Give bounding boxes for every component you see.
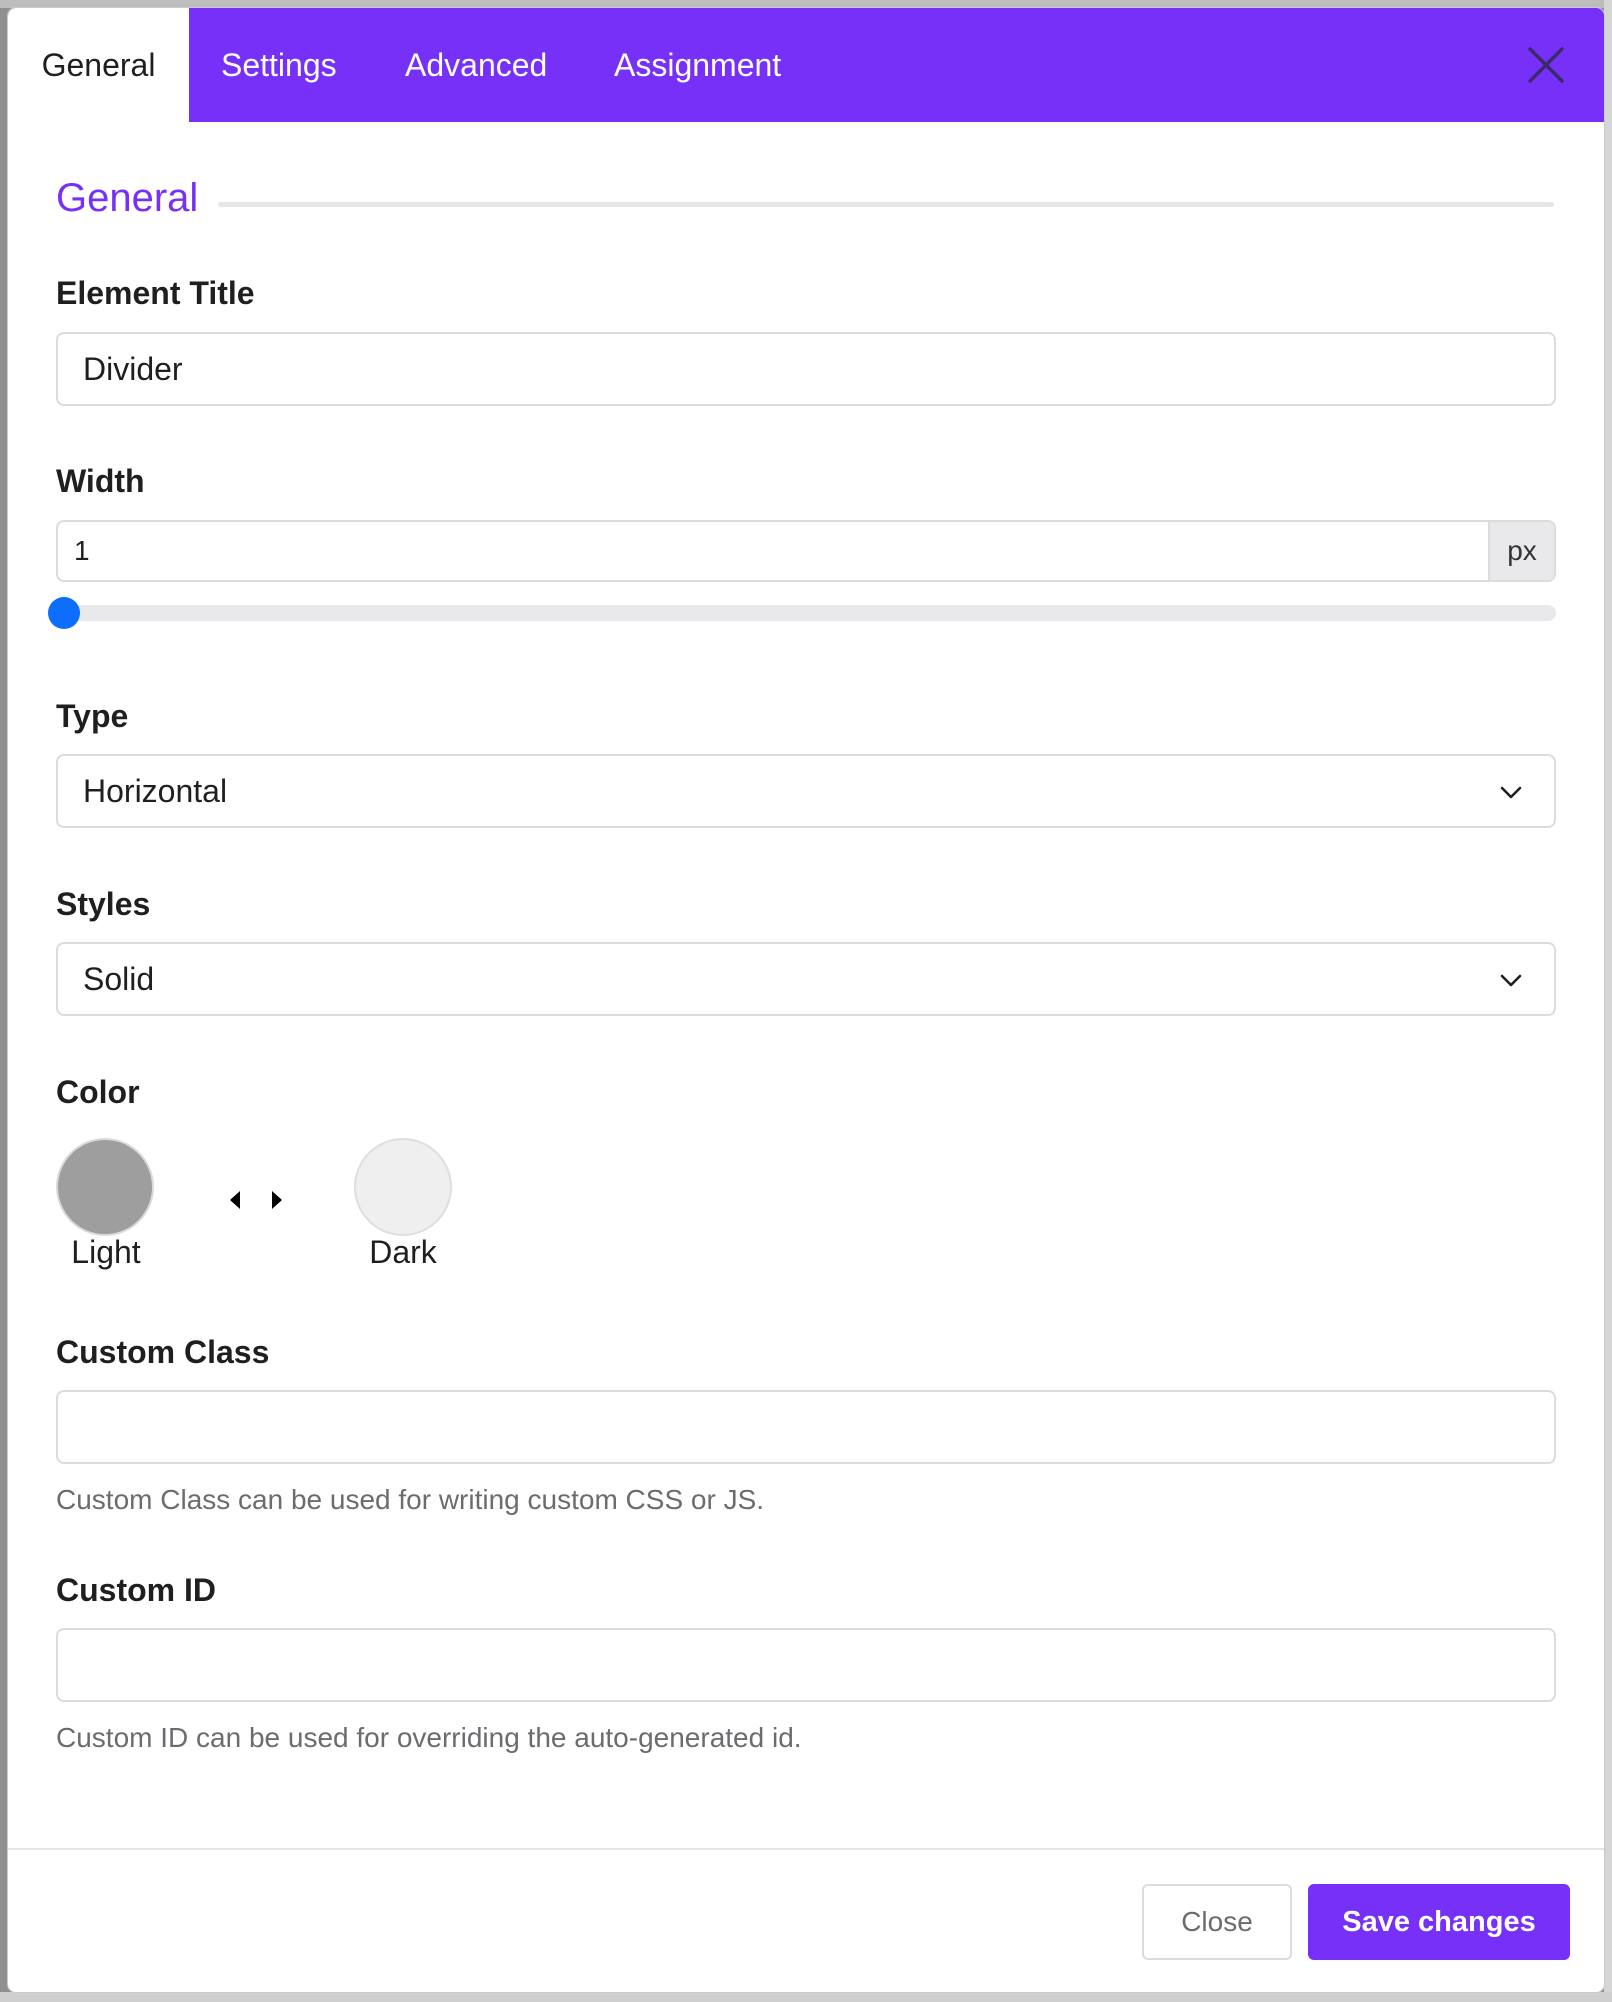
custom-id-input[interactable]: [56, 1628, 1556, 1702]
tab-settings[interactable]: Settings: [221, 8, 337, 122]
width-label: Width: [56, 463, 145, 499]
close-icon[interactable]: [1526, 45, 1566, 85]
type-select-value: Horizontal: [83, 773, 228, 809]
backdrop-bottom: [0, 1992, 1612, 2002]
custom-id-label: Custom ID: [56, 1572, 216, 1608]
tab-advanced[interactable]: Advanced: [405, 8, 547, 122]
width-input-group: 1 px: [56, 520, 1556, 582]
backdrop-right: [1604, 0, 1612, 2002]
tab-assignment[interactable]: Assignment: [614, 8, 781, 122]
backdrop-top: [0, 0, 1612, 8]
width-unit: px: [1488, 522, 1554, 580]
styles-label: Styles: [56, 886, 151, 922]
color-label: Color: [56, 1074, 140, 1110]
color-light-swatch[interactable]: [56, 1138, 154, 1236]
custom-class-label: Custom Class: [56, 1334, 270, 1370]
close-button[interactable]: Close: [1142, 1884, 1292, 1960]
tab-bar: General Settings Advanced Assignment: [8, 8, 1604, 122]
color-dark-label: Dark: [369, 1234, 437, 1270]
footer-divider: [8, 1848, 1604, 1850]
tab-general[interactable]: General: [8, 8, 189, 122]
custom-id-help: Custom ID can be used for overriding the…: [56, 1722, 802, 1753]
element-title-input[interactable]: Divider: [56, 332, 1556, 406]
settings-modal: General Settings Advanced Assignment Gen…: [8, 8, 1604, 1992]
width-slider-thumb[interactable]: [48, 597, 80, 629]
width-input[interactable]: 1: [74, 522, 90, 580]
width-slider-track[interactable]: [64, 605, 1556, 621]
chevron-down-icon: [1500, 786, 1522, 799]
type-select[interactable]: Horizontal: [56, 754, 1556, 828]
save-changes-button[interactable]: Save changes: [1308, 1884, 1570, 1960]
type-label: Type: [56, 698, 129, 734]
custom-class-help: Custom Class can be used for writing cus…: [56, 1484, 765, 1515]
styles-select-value: Solid: [83, 961, 155, 997]
section-title: General: [56, 176, 199, 220]
chevron-down-icon: [1500, 974, 1522, 987]
color-light-label: Light: [71, 1234, 141, 1270]
color-dark-swatch[interactable]: [354, 1138, 452, 1236]
left-right-arrows-icon: [230, 1191, 282, 1209]
section-divider: [218, 202, 1554, 207]
styles-select[interactable]: Solid: [56, 942, 1556, 1016]
element-title-label: Element Title: [56, 275, 255, 311]
custom-class-input[interactable]: [56, 1390, 1556, 1464]
